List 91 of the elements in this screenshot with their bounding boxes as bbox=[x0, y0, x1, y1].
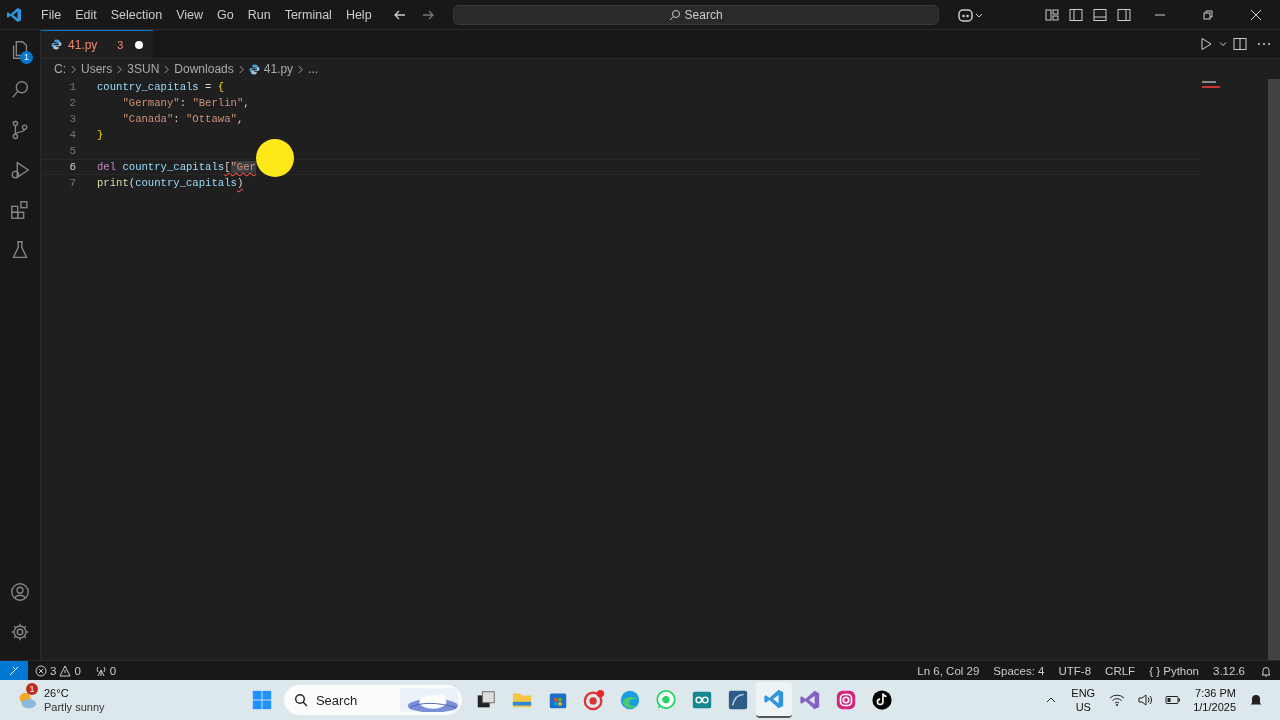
chevron-right-icon bbox=[237, 64, 245, 74]
camera-icon bbox=[834, 689, 857, 711]
editor-tab[interactable]: 41.py 3 bbox=[41, 30, 154, 58]
menu-item[interactable]: Run bbox=[240, 7, 278, 22]
browser-icon bbox=[618, 689, 641, 711]
code-line: country_capitals = { bbox=[97, 81, 225, 93]
clock[interactable]: 7:36 PM 1/1/2025 bbox=[1193, 686, 1236, 714]
menu-item[interactable]: Help bbox=[338, 7, 379, 22]
chevron-right-icon bbox=[116, 64, 124, 74]
chat-icon bbox=[654, 689, 677, 711]
code-line: print(country_capitals) bbox=[97, 177, 244, 189]
line-number: 2 bbox=[68, 97, 77, 109]
ports-button[interactable]: 0 bbox=[87, 664, 124, 677]
line-number: 5 bbox=[68, 145, 77, 157]
music-note-icon bbox=[870, 689, 893, 711]
chevron-right-icon bbox=[70, 64, 77, 74]
record-icon bbox=[582, 689, 605, 711]
line-number: 1 bbox=[68, 81, 77, 93]
line-number: 3 bbox=[68, 113, 77, 125]
taskbar-search-field[interactable]: Search bbox=[283, 685, 462, 715]
scrollbar[interactable] bbox=[1268, 79, 1280, 660]
error-icon bbox=[35, 664, 47, 677]
code-line: } bbox=[97, 129, 104, 141]
search-field[interactable]: Search bbox=[452, 4, 939, 25]
breadcrumb[interactable]: 3SUN bbox=[127, 62, 160, 76]
speaker-icon[interactable] bbox=[1137, 692, 1154, 708]
warning-icon bbox=[59, 664, 72, 677]
status-item[interactable]: Ln 6, Col 29 bbox=[910, 664, 987, 677]
python-file-icon bbox=[51, 39, 62, 50]
status-item[interactable]: UTF-8 bbox=[1051, 664, 1099, 677]
activity-item[interactable]: 1 bbox=[0, 30, 40, 70]
bell-icon[interactable] bbox=[1248, 692, 1264, 708]
notification-badge: 1 bbox=[26, 683, 38, 695]
breadcrumb[interactable]: Users bbox=[81, 62, 113, 76]
weather-description: Partly sunny bbox=[44, 700, 105, 714]
temperature: 26°C bbox=[44, 686, 70, 700]
account-icon[interactable] bbox=[9, 581, 31, 603]
code-line: "Canada": "Ottawa", bbox=[121, 113, 244, 125]
language-indicator[interactable]: ENG US bbox=[1071, 686, 1096, 714]
breadcrumb[interactable]: ... bbox=[308, 62, 319, 76]
breadcrumb[interactable]: 41.py bbox=[263, 62, 294, 76]
search-icon bbox=[293, 693, 308, 707]
breadcrumb[interactable]: Downloads bbox=[174, 62, 234, 76]
close-icon[interactable] bbox=[1250, 8, 1262, 21]
menu-item[interactable]: Terminal bbox=[277, 7, 339, 22]
line-number: 6 bbox=[68, 161, 77, 173]
infinity-icon bbox=[690, 689, 713, 711]
secondary-sidebar-icon[interactable] bbox=[1116, 6, 1132, 23]
chevron-right-icon bbox=[163, 64, 171, 74]
problem-count: 3 bbox=[117, 38, 124, 51]
menu-item[interactable]: Go bbox=[210, 7, 241, 22]
studio-icon bbox=[798, 689, 821, 711]
bell-icon[interactable] bbox=[1260, 664, 1272, 677]
menu-item[interactable]: Edit bbox=[68, 7, 104, 22]
panel-toggle-icon[interactable] bbox=[1092, 6, 1108, 23]
taskbar-app[interactable] bbox=[755, 682, 792, 718]
status-item[interactable]: 3.12.6 bbox=[1206, 664, 1252, 677]
wifi-icon[interactable] bbox=[1109, 692, 1126, 708]
code-line: "Germany": "Berlin", bbox=[121, 97, 250, 109]
menu-item[interactable]: View bbox=[169, 7, 210, 22]
search-icon bbox=[668, 8, 681, 21]
antenna-icon bbox=[94, 664, 107, 677]
split-editor-icon[interactable] bbox=[1232, 36, 1248, 52]
status-item[interactable]: CRLF bbox=[1098, 664, 1143, 677]
chevron-down-icon[interactable] bbox=[1218, 39, 1228, 49]
editor-logo-icon bbox=[6, 6, 22, 23]
line-number: 4 bbox=[68, 129, 77, 141]
chevron-right-icon bbox=[297, 64, 305, 74]
line-number: 7 bbox=[68, 177, 77, 189]
settings-icon[interactable] bbox=[9, 621, 31, 643]
code-line: del country_capitals["Ger bbox=[97, 161, 256, 173]
run-debug-icon bbox=[9, 159, 31, 181]
copilot-icon[interactable] bbox=[956, 6, 983, 23]
breadcrumb[interactable]: C: bbox=[54, 62, 66, 76]
menu-item[interactable]: Selection bbox=[103, 7, 170, 22]
remote-icon bbox=[9, 665, 19, 676]
sidebar-toggle-icon[interactable] bbox=[1068, 6, 1084, 23]
notification-badge: 1 bbox=[20, 51, 33, 64]
cursor-highlight bbox=[256, 139, 294, 177]
problems-button[interactable]: 3 0 bbox=[28, 664, 88, 677]
windows-logo-icon bbox=[250, 689, 273, 711]
unsaved-dot[interactable] bbox=[135, 40, 144, 49]
code-editor-icon bbox=[762, 688, 785, 710]
run-icon[interactable] bbox=[1198, 36, 1214, 52]
extensions-icon bbox=[9, 199, 31, 221]
restore-icon[interactable] bbox=[1202, 8, 1214, 21]
minimap-drawing bbox=[1202, 81, 1220, 88]
status-item[interactable]: { } Python bbox=[1142, 664, 1206, 677]
layout-icon[interactable] bbox=[1044, 6, 1060, 23]
status-item[interactable]: Spaces: 4 bbox=[986, 664, 1052, 677]
menu-item[interactable]: File bbox=[34, 7, 69, 22]
